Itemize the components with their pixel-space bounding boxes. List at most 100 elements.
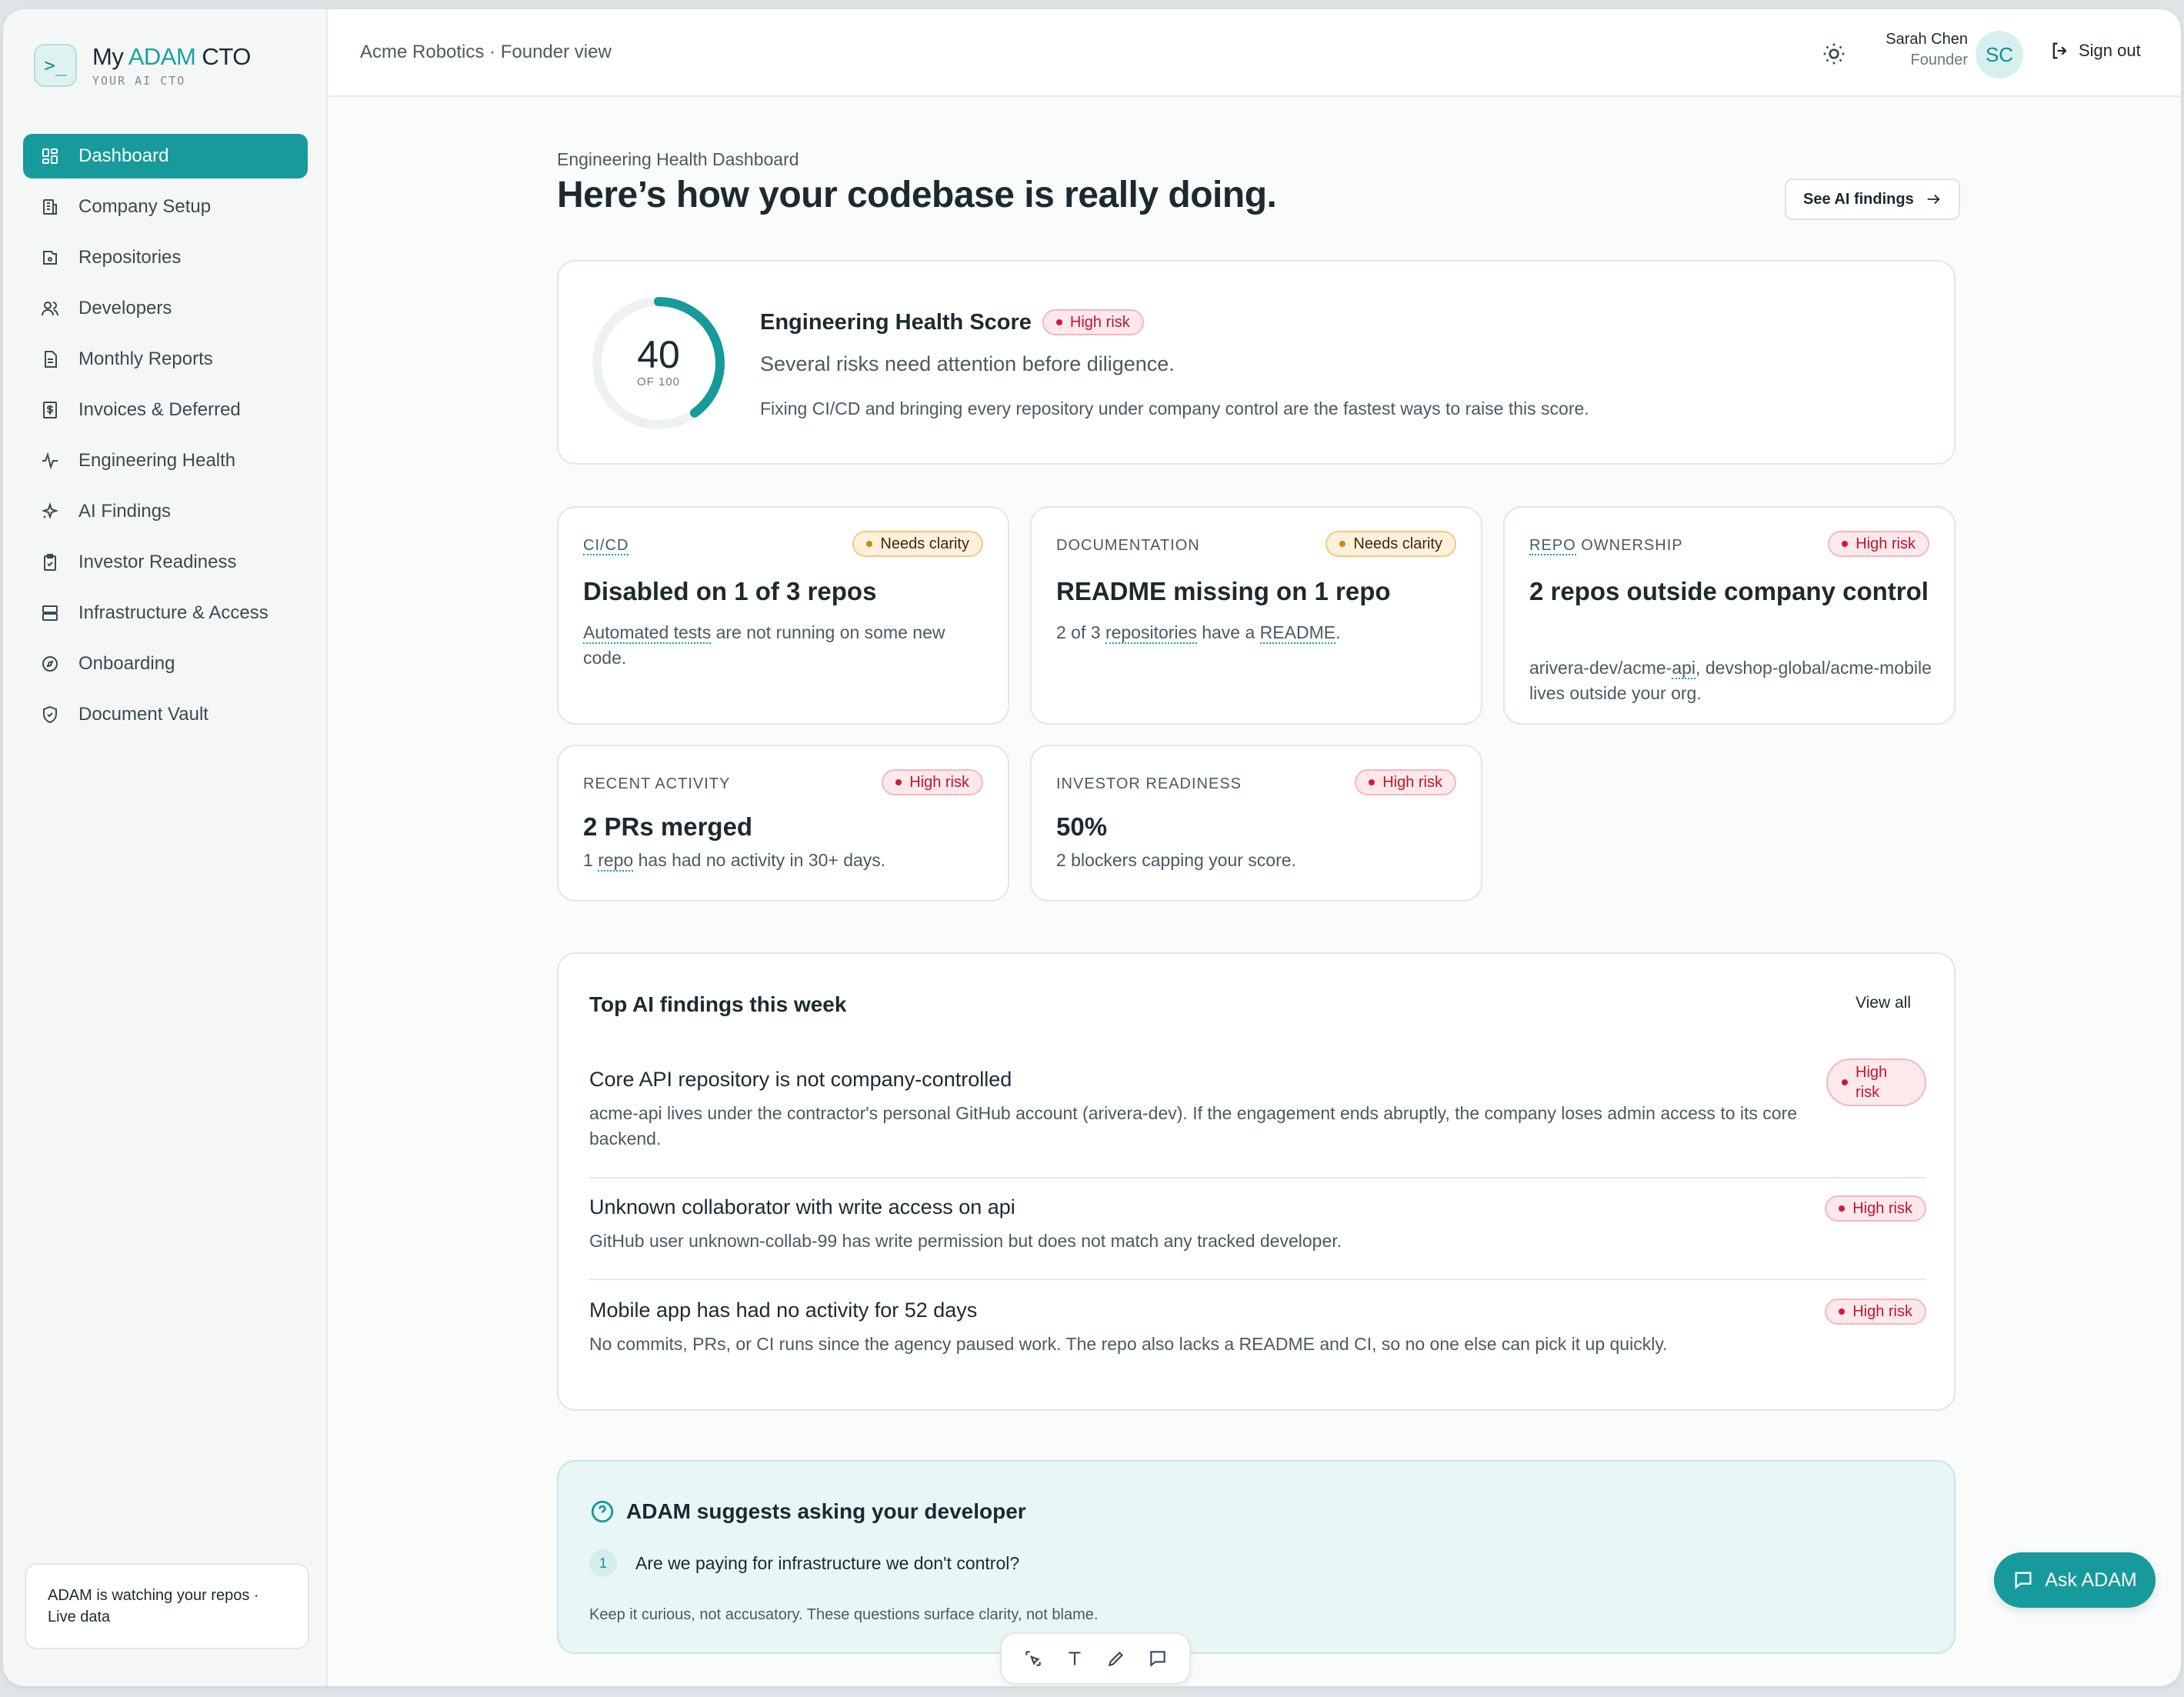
- sidebar-item-document-vault[interactable]: Document Vault: [23, 692, 308, 737]
- brand[interactable]: >_ My ADAM CTO YOUR AI CTO: [34, 43, 251, 88]
- terminal-icon: >_: [34, 44, 77, 87]
- sidebar-item-label: Monthly Reports: [78, 348, 213, 369]
- dashboard-icon: [40, 146, 60, 166]
- sidebar-item-label: Dashboard: [78, 145, 169, 166]
- users-icon: [40, 298, 60, 318]
- question-circle-icon: [591, 1500, 614, 1523]
- finding-description: GitHub user unknown-collab-99 has write …: [589, 1231, 1342, 1251]
- pen-icon[interactable]: [1102, 1645, 1130, 1672]
- sidebar-item-company-setup[interactable]: Company Setup: [23, 185, 308, 229]
- main-content: Engineering Health Dashboard Here’s how …: [329, 97, 2181, 1686]
- health-score-card: 40 OF 100 Engineering Health Score High …: [557, 260, 1956, 465]
- metric-label: DOCUMENTATION: [1056, 537, 1200, 554]
- score-value: 40: [637, 333, 680, 376]
- user-role: Founder: [1910, 52, 1969, 68]
- repo-icon: [40, 248, 60, 268]
- metric-card-repo-ownership[interactable]: REPO OWNERSHIP High risk 2 repos outside…: [1503, 506, 1956, 725]
- metric-description: 2 blockers capping your score.: [1056, 850, 1296, 870]
- view-all-link[interactable]: View all: [1856, 994, 1911, 1012]
- status-badge: Needs clarity: [1325, 531, 1456, 557]
- finding-title: Core API repository is not company-contr…: [589, 1068, 1012, 1091]
- building-icon: [40, 197, 60, 217]
- avatar[interactable]: SC: [1976, 31, 2023, 78]
- finding-description: acme-api lives under the contractor's pe…: [589, 1103, 1798, 1149]
- sidebar-item-investor-readiness[interactable]: Investor Readiness: [23, 540, 308, 585]
- metric-card-investor-readiness[interactable]: INVESTOR READINESS High risk 50% 2 block…: [1030, 745, 1482, 902]
- metric-card-cicd[interactable]: CI/CD Needs clarity Disabled on 1 of 3 r…: [557, 506, 1009, 725]
- server-icon: [40, 603, 60, 623]
- findings-title: Top AI findings this week: [589, 992, 847, 1016]
- sidebar-item-infrastructure[interactable]: Infrastructure & Access: [23, 591, 308, 635]
- sidebar-nav: Dashboard Company Setup Repositories Dev…: [23, 134, 308, 743]
- metric-description: arivera-dev/acme-api, devshop-global/acm…: [1529, 658, 1932, 703]
- sidebar-item-dashboard[interactable]: Dashboard: [23, 134, 308, 178]
- status-badge: High risk: [1042, 309, 1144, 335]
- metric-card-recent-activity[interactable]: RECENT ACTIVITY High risk 2 PRs merged 1…: [557, 745, 1009, 902]
- sign-out-icon: [2052, 42, 2067, 59]
- status-badge: High risk: [1825, 1299, 1926, 1325]
- ask-adam-button[interactable]: Ask ADAM: [1994, 1552, 2156, 1608]
- score-title: Engineering Health Score High risk: [760, 309, 1144, 335]
- pulse-icon: [40, 451, 60, 471]
- status-badge: High risk: [1825, 1195, 1926, 1222]
- user-info: Sarah Chen Founder: [1876, 31, 1968, 69]
- sidebar-item-engineering-health[interactable]: Engineering Health: [23, 438, 308, 483]
- suggested-question[interactable]: 1 Are we paying for infrastructure we do…: [589, 1549, 1019, 1577]
- finding-item[interactable]: Unknown collaborator with write access o…: [589, 1195, 1926, 1254]
- status-badge: High risk: [1826, 1059, 1926, 1106]
- question-number: 1: [589, 1549, 617, 1577]
- sidebar-item-label: Invoices & Deferred: [78, 399, 241, 420]
- sidebar-item-label: Repositories: [78, 247, 182, 268]
- metric-description: 1 repo has had no activity in 30+ days.: [583, 850, 886, 872]
- see-ai-findings-button[interactable]: See AI findings: [1785, 178, 1960, 220]
- sidebar-item-label: Company Setup: [78, 196, 212, 217]
- sidebar-item-label: Onboarding: [78, 653, 175, 674]
- sidebar-item-label: AI Findings: [78, 501, 172, 522]
- metric-value: README missing on 1 repo: [1056, 577, 1391, 605]
- metric-label: INVESTOR READINESS: [1056, 775, 1242, 792]
- status-badge: High risk: [882, 769, 983, 795]
- finding-description: No commits, PRs, or CI runs since the ag…: [589, 1334, 1668, 1354]
- metric-label: CI/CD: [583, 537, 629, 555]
- shield-check-icon: [40, 705, 60, 725]
- finding-item[interactable]: Core API repository is not company-contr…: [589, 1059, 1926, 1152]
- metric-description: Automated tests are not running on some …: [583, 622, 945, 668]
- sidebar-item-label: Infrastructure & Access: [78, 602, 268, 623]
- brand-title: My ADAM CTO: [92, 43, 251, 70]
- invoice-icon: [40, 400, 60, 420]
- metric-label: RECENT ACTIVITY: [583, 775, 731, 792]
- clipboard-check-icon: [40, 552, 60, 572]
- sidebar-item-developers[interactable]: Developers: [23, 286, 308, 331]
- finding-title: Unknown collaborator with write access o…: [589, 1195, 1015, 1219]
- finding-item[interactable]: Mobile app has had no activity for 52 da…: [589, 1299, 1926, 1357]
- sign-out-button[interactable]: Sign out: [2049, 40, 2141, 62]
- suggest-title: ADAM suggests asking your developer: [589, 1499, 1026, 1525]
- breadcrumb: Engineering Health Dashboard: [557, 149, 799, 169]
- status-badge: High risk: [1828, 531, 1929, 557]
- sidebar-item-label: Engineering Health: [78, 450, 236, 471]
- comment-icon[interactable]: [1144, 1645, 1172, 1672]
- sidebar-item-onboarding[interactable]: Onboarding: [23, 642, 308, 686]
- sparkle-icon: [40, 502, 60, 522]
- sidebar-item-label: Developers: [78, 298, 172, 318]
- suggested-questions-card: ADAM suggests asking your developer 1 Ar…: [557, 1460, 1956, 1654]
- status-badge: High risk: [1355, 769, 1456, 795]
- select-icon[interactable]: [1019, 1645, 1047, 1672]
- metric-value: Disabled on 1 of 3 repos: [583, 577, 877, 605]
- sidebar-item-label: Investor Readiness: [78, 552, 237, 572]
- divider: [589, 1177, 1926, 1179]
- metric-card-documentation[interactable]: DOCUMENTATION Needs clarity README missi…: [1030, 506, 1482, 725]
- score-note: Fixing CI/CD and bringing every reposito…: [760, 398, 1589, 418]
- sidebar: >_ My ADAM CTO YOUR AI CTO Dashboard Com…: [3, 9, 328, 1686]
- suggest-note: Keep it curious, not accusatory. These q…: [589, 1606, 1099, 1623]
- brand-tagline: YOUR AI CTO: [92, 74, 186, 88]
- sun-icon[interactable]: [1822, 42, 1846, 66]
- sidebar-item-invoices[interactable]: Invoices & Deferred: [23, 388, 308, 432]
- text-icon[interactable]: [1061, 1645, 1089, 1672]
- sidebar-item-ai-findings[interactable]: AI Findings: [23, 489, 308, 534]
- chat-icon: [2015, 1572, 2032, 1589]
- app-window: >_ My ADAM CTO YOUR AI CTO Dashboard Com…: [3, 9, 2181, 1686]
- sidebar-item-repositories[interactable]: Repositories: [23, 235, 308, 280]
- sidebar-item-monthly-reports[interactable]: Monthly Reports: [23, 337, 308, 382]
- annotation-toolbar: [1000, 1632, 1191, 1685]
